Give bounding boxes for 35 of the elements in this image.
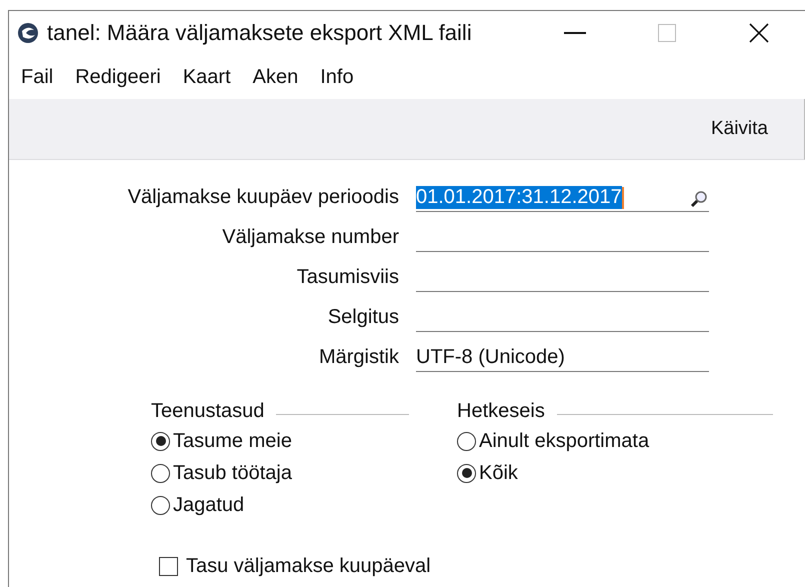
radio-label: Kõik [479, 462, 518, 484]
radio-button[interactable] [457, 464, 476, 482]
field-label: Märgistik [318, 346, 399, 370]
menu-item[interactable]: Kaart [176, 66, 237, 88]
field-value: UTF-8 (Unicode) [416, 346, 565, 369]
menu-item[interactable]: Fail [15, 66, 60, 88]
menu-item[interactable]: Redigeeri [69, 66, 167, 88]
minimize-icon [564, 32, 586, 34]
field-value: 01.01.2017:31.12.2017 [416, 186, 622, 209]
input-field[interactable]: UTF-8 (Unicode) [416, 342, 709, 372]
search-icon [689, 189, 709, 209]
radio-label: Tasub töötaja [173, 462, 292, 484]
run-button[interactable]: Käivita [706, 116, 772, 142]
close-icon [749, 23, 769, 43]
window-title: tanel: Määra väljamaksete eksport XML faili [47, 20, 473, 46]
radio-button[interactable] [151, 432, 170, 450]
group-title: Teenustasud [151, 400, 264, 423]
radio-button[interactable] [151, 496, 170, 514]
checkbox-label: Tasu väljamakse kuupäeval [186, 555, 431, 578]
group-title: Hetkeseis [457, 400, 545, 423]
radio-label: Ainult eksportimata [479, 430, 650, 452]
checkbox[interactable] [159, 557, 178, 576]
radio-button[interactable] [151, 464, 170, 482]
radio-button[interactable] [457, 432, 476, 450]
menu-item[interactable]: Aken [246, 66, 304, 88]
input-field[interactable]: 01.01.2017:31.12.2017 [416, 182, 709, 212]
field-label: Tasumisviis [296, 266, 399, 290]
maximize-icon [658, 24, 676, 42]
field-label: Selgitus [326, 306, 399, 330]
field-label: Väljamakse number [221, 226, 399, 250]
app-logo-icon [17, 22, 39, 44]
radio-label: Jagatud [173, 494, 244, 516]
menu-item[interactable]: Info [314, 66, 360, 88]
field-label: Väljamakse kuupäev perioodis [126, 186, 399, 210]
radio-label: Tasume meie [173, 430, 292, 452]
